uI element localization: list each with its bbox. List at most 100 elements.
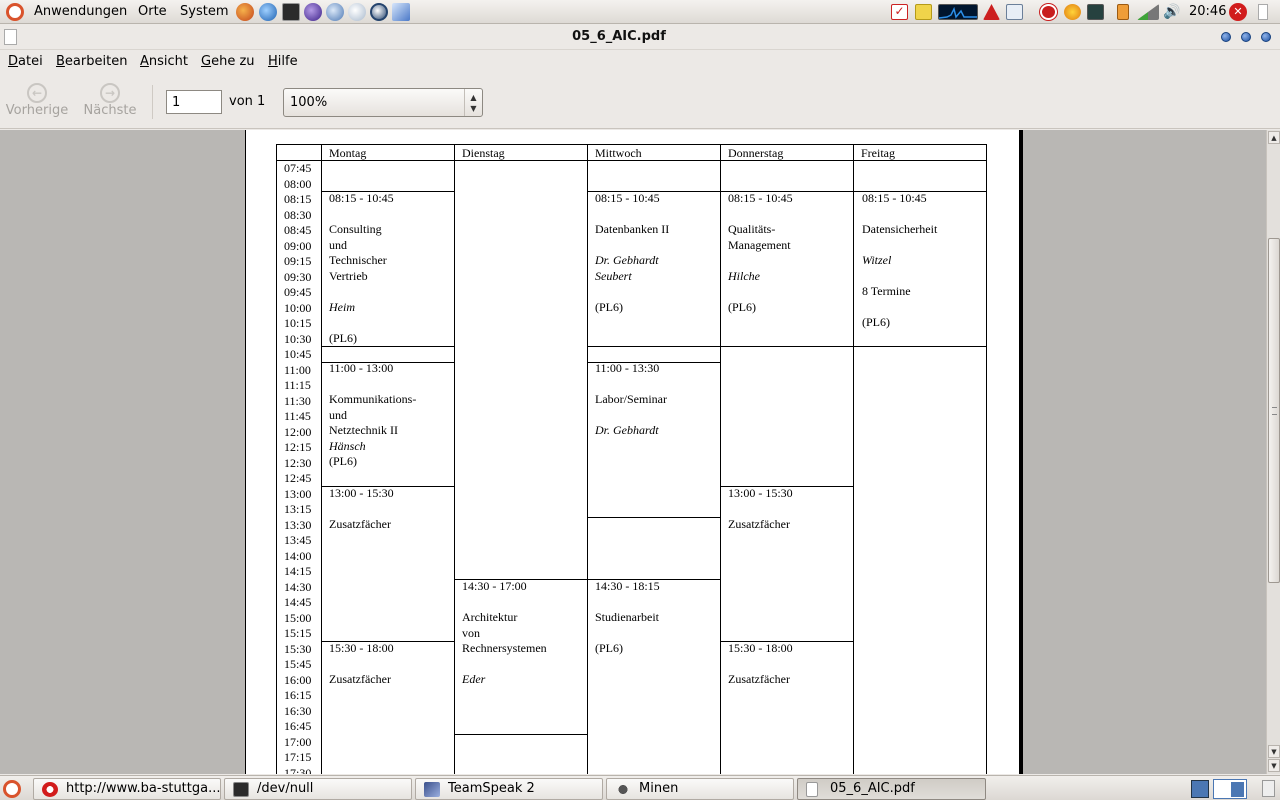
time-label: 15:30	[284, 641, 312, 656]
page-edge	[1019, 130, 1023, 774]
workspace-2[interactable]	[1213, 779, 1247, 799]
grid-line	[986, 144, 987, 774]
arrow-left-icon: ←	[27, 83, 47, 103]
event-title-line: Vertrieb	[329, 268, 368, 283]
time-label: 11:45	[284, 409, 311, 423]
trash-icon[interactable]	[1262, 780, 1275, 797]
quit-icon[interactable]: ✕	[1229, 3, 1247, 21]
timetable: Montag Dienstag Mittwoch Donnerstag Frei…	[246, 130, 1020, 774]
ubuntu-logo-icon[interactable]	[6, 3, 24, 21]
task-browser[interactable]: http://www.ba-stuttga...	[33, 778, 221, 800]
time-label: 15:45	[284, 657, 312, 671]
zoom-select[interactable]: 100% ▲ ▼	[283, 88, 483, 117]
event-time: 08:15 - 10:45	[862, 191, 927, 205]
event-title: Zusatzfächer	[728, 672, 790, 686]
event-title: Datensicherheit	[862, 222, 938, 236]
event-lecturer: Eder	[462, 672, 486, 686]
event-title-line: Technischer	[329, 253, 387, 267]
event-time: 08:15 - 10:45	[595, 191, 660, 205]
bottom-panel: http://www.ba-stuttga... /dev/null TeamS…	[0, 775, 1280, 800]
system-monitor-icon[interactable]	[938, 4, 978, 20]
event-title: Studienarbeit	[595, 610, 659, 624]
window-titlebar[interactable]: 05_6_AIC.pdf	[0, 25, 1280, 50]
menu-datei[interactable]: Datei	[8, 54, 43, 69]
signal-icon[interactable]	[1137, 4, 1159, 20]
previous-page-button[interactable]: ← Vorherige	[0, 81, 74, 125]
task-pdf[interactable]: 05_6_AIC.pdf	[797, 778, 986, 800]
task-terminal[interactable]: /dev/null	[224, 778, 412, 800]
event-title-line: Management	[728, 237, 791, 252]
menu-ansicht[interactable]: Ansicht	[140, 54, 188, 69]
task-minen[interactable]: Minen	[606, 778, 794, 800]
scroll-up-icon[interactable]: ▲	[1268, 131, 1280, 144]
header-freitag: Freitag	[861, 146, 895, 160]
terminal-icon[interactable]	[282, 3, 300, 21]
system-menu[interactable]: System	[180, 4, 228, 19]
network-icon[interactable]	[326, 3, 344, 21]
menu-hilfe[interactable]: Hilfe	[268, 54, 298, 69]
event-datensicherheit: 08:15 - 10:45 Datensicherheit Witzel 8 T…	[862, 191, 937, 331]
time-label: 12:45	[284, 471, 312, 485]
grid-line	[587, 346, 720, 347]
scrollbar-thumb[interactable]	[1268, 238, 1280, 583]
event-datenbanken: 08:15 - 10:45 Datenbanken II Dr. Gebhard…	[595, 191, 669, 315]
task-teamspeak[interactable]: TeamSpeak 2	[415, 778, 603, 800]
time-label: 16:30	[284, 703, 312, 718]
globe-icon[interactable]	[259, 3, 277, 21]
folder-icon[interactable]	[915, 4, 932, 20]
next-page-button[interactable]: → Nächste	[73, 81, 147, 125]
time-label: 08:45	[284, 223, 312, 237]
task-label: http://www.ba-stuttga...	[66, 781, 221, 796]
editor-icon[interactable]	[392, 3, 410, 21]
panel-handle[interactable]	[1258, 4, 1268, 20]
menu-bearbeiten[interactable]: Bearbeiten	[56, 54, 127, 69]
show-desktop-icon[interactable]	[3, 780, 21, 798]
minimize-button[interactable]	[1221, 32, 1231, 42]
time-label: 09:00	[284, 238, 312, 253]
event-time: 15:30 - 18:00	[728, 641, 793, 655]
event-time: 11:00 - 13:30	[595, 361, 660, 375]
page-number-input[interactable]	[166, 90, 222, 114]
battery-icon[interactable]	[1117, 4, 1129, 20]
grid-line	[454, 734, 587, 735]
scroll-down-icon[interactable]: ▼	[1268, 759, 1280, 772]
event-consulting: 08:15 - 10:45 Consulting und Technischer…	[329, 191, 394, 346]
time-label: 10:15	[284, 316, 312, 330]
toolbar: ← Vorherige → Nächste von 1 100% ▲▼	[0, 75, 1280, 129]
event-title-line: Qualitäts-	[728, 222, 776, 236]
time-label: 10:45	[284, 347, 312, 361]
maximize-button[interactable]	[1241, 32, 1251, 42]
places-menu[interactable]: Orte	[138, 4, 167, 19]
applications-menu[interactable]: Anwendungen	[34, 4, 127, 19]
weather-icon[interactable]	[1064, 4, 1081, 20]
purple-orb-icon[interactable]	[304, 3, 322, 21]
time-label: 16:00	[284, 672, 312, 687]
volume-icon[interactable]: 🔊	[1163, 4, 1180, 20]
time-label: 16:45	[284, 719, 312, 733]
warning-icon[interactable]	[983, 4, 1000, 20]
event-time: 15:30 - 18:00	[329, 641, 394, 655]
firefox-icon[interactable]	[236, 3, 254, 21]
vertical-scrollbar[interactable]: ▲ ▼ ▼	[1266, 130, 1280, 774]
menu-gehe-zu[interactable]: Gehe zu	[201, 54, 255, 69]
network-config-icon[interactable]	[1006, 4, 1023, 20]
grid-line	[454, 144, 455, 774]
monitor-graph-icon[interactable]	[1087, 4, 1104, 20]
event-zusatzfaecher-mo2: 15:30 - 18:00 Zusatzfächer	[329, 641, 394, 688]
event-qualitaetsmanagement: 08:15 - 10:45 Qualitäts- Management Hilc…	[728, 191, 793, 315]
close-button[interactable]	[1261, 32, 1271, 42]
task-label: Minen	[639, 781, 679, 796]
security-icon[interactable]	[1040, 4, 1057, 20]
time-label: 14:30	[284, 579, 312, 594]
time-label: 14:45	[284, 595, 312, 609]
mail-check-icon[interactable]: ✓	[891, 4, 908, 20]
event-room: (PL6)	[595, 299, 623, 314]
workspace-1[interactable]	[1191, 780, 1209, 798]
document-viewport[interactable]: Montag Dienstag Mittwoch Donnerstag Frei…	[0, 130, 1266, 774]
event-title-line: Kommunikations-	[329, 392, 417, 406]
media-icon[interactable]	[348, 3, 366, 21]
clock-app-icon[interactable]	[370, 3, 388, 21]
clock[interactable]: 20:46	[1189, 4, 1226, 19]
event-time: 13:00 - 15:30	[329, 486, 394, 500]
scroll-down-icon[interactable]: ▼	[1268, 745, 1280, 758]
